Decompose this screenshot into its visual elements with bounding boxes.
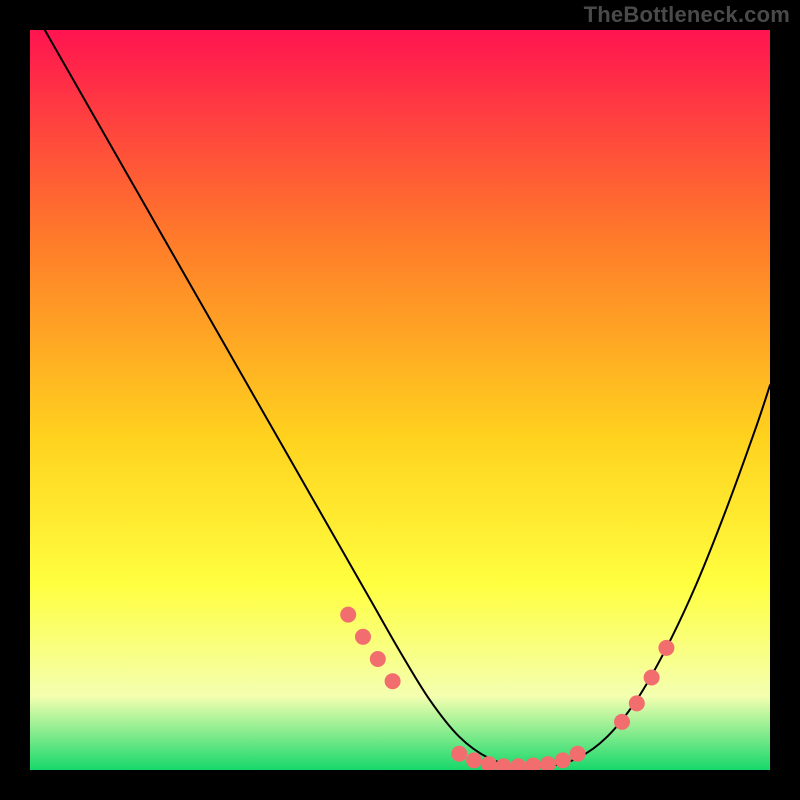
chart-frame: TheBottleneck.com — [0, 0, 800, 800]
gradient-background — [30, 30, 770, 770]
watermark-text: TheBottleneck.com — [584, 2, 790, 28]
plot-area — [30, 30, 770, 770]
